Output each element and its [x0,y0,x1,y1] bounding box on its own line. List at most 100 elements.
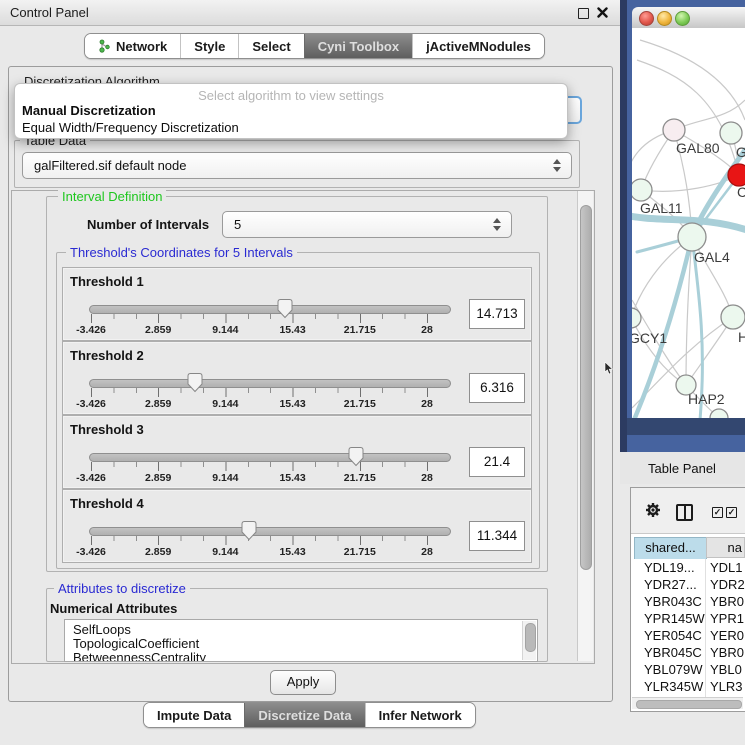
network-window-frame-edge [620,0,627,452]
numerical-attributes-list[interactable]: SelfLoops TopologicalCoefficient Between… [64,619,538,662]
cyni-bottom-tabbar: Impute Data Discretize Data Infer Networ… [143,702,476,728]
node-h[interactable] [721,305,745,329]
table-row[interactable]: YBR045CYBR0 [632,644,745,661]
network-window-titlebar[interactable] [632,7,745,29]
table-panel-header: Table Panel [620,452,745,484]
scrollbar-thumb[interactable] [636,700,742,709]
dropdown-option-manual[interactable]: Manual Discretization [22,103,156,118]
threshold-1-label: Threshold 1 [70,274,144,289]
threshold-3-slider-thumb[interactable] [347,446,365,468]
tab-jactivemnodules[interactable]: jActiveMNodules [412,34,544,58]
threshold-3-value-field[interactable]: 21.4 [469,447,525,477]
threshold-2-slider-thumb[interactable] [186,372,204,394]
node-label: HAP2 [688,391,725,407]
table-data-combobox[interactable]: galFiltered.sif default node [22,152,572,179]
checkbox-icon[interactable]: ✓ [726,507,737,518]
list-item[interactable]: SelfLoops [73,622,131,637]
column-header-name[interactable]: na [706,537,745,558]
table-panel-title: Table Panel [648,461,716,476]
numerical-attributes-label: Numerical Attributes [50,601,177,616]
node-gcy1[interactable] [632,308,641,328]
threshold-3-label: Threshold 3 [70,422,144,437]
node-label: GAL11 [640,200,683,216]
table-row[interactable]: YBR043CYBR0 [632,593,745,610]
apply-button[interactable]: Apply [270,670,336,695]
tab-infer-network[interactable]: Infer Network [365,703,475,727]
table-column-divider [705,559,706,697]
slider-major-ticks [91,536,428,545]
tab-network[interactable]: Network [85,34,180,58]
dropdown-option-equal-width[interactable]: Equal Width/Frequency Discretization [22,120,239,135]
dropdown-prompt: Select algorithm to view settings [15,88,567,103]
list-item[interactable]: TopologicalCoefficient [73,636,199,651]
threshold-1-slider-thumb[interactable] [276,298,294,320]
interval-definition-title: Interval Definition [58,189,166,204]
threshold-4-slider-thumb[interactable] [240,520,258,542]
column-header-shared-name[interactable]: shared... [634,537,707,560]
threshold-4-slider-track[interactable] [89,527,451,536]
table-row[interactable]: YDL19...YDL1 [632,559,745,576]
node-label: H [738,329,745,345]
tab-cyni-toolbox[interactable]: Cyni Toolbox [304,34,412,58]
tab-network-label: Network [116,39,167,54]
node-bottom-partial[interactable] [710,409,728,418]
threshold-1-slider-track[interactable] [89,305,451,314]
table-row[interactable]: YLR345WYLR3 [632,678,745,695]
threshold-1-value-field[interactable]: 14.713 [469,299,525,329]
node-label: G [736,144,745,160]
node-gal11[interactable] [632,179,652,201]
network-canvas[interactable]: GAL80 G C GAL11 GAL4 GCY1 H HAP2 [632,28,745,418]
list-item[interactable]: BetweennessCentrality [73,650,206,662]
stepper-arrows-icon [553,158,562,173]
network-window-frame-bottom [627,418,745,435]
gear-icon[interactable] [643,500,663,520]
node-top-right[interactable] [720,122,742,144]
scrollbar-thumb[interactable] [525,623,536,652]
tab-style[interactable]: Style [180,34,238,58]
slider-tick-labels: -3.4262.8599.14415.4321.71528 [91,398,427,410]
scrollbar-thumb[interactable] [580,205,592,570]
threshold-3-panel: Threshold 3 -3.4262.8599.14415.4321.7152… [62,415,532,489]
float-window-icon[interactable] [578,8,589,19]
control-panel-titlebar [0,0,620,26]
attributes-list-scrollbar[interactable] [522,621,536,660]
zoom-traffic-light-icon[interactable] [675,11,690,26]
node-label: GCY1 [632,330,667,346]
minimize-traffic-light-icon[interactable] [657,11,672,26]
table-toolbar: ✓ ✓ [631,488,745,534]
table-row[interactable]: YER054CYER0 [632,627,745,644]
screen: Control Panel Network Style Select Cyni … [0,0,745,745]
checkbox-icon[interactable]: ✓ [712,507,723,518]
show-columns-icon[interactable] [676,504,693,521]
slider-tick-labels: -3.4262.8599.14415.4321.71528 [91,546,427,558]
settings-vertical-scrollbar[interactable] [577,191,593,661]
number-of-intervals-combobox[interactable]: 5 [222,211,512,238]
stepper-arrows-icon [493,217,502,232]
table-horizontal-scrollbar[interactable] [632,697,743,709]
close-traffic-light-icon[interactable] [639,11,654,26]
tab-select[interactable]: Select [238,34,303,58]
node-table[interactable]: YDL19...YDL1 YDR27...YDR2 YBR043CYBR0 YP… [632,559,745,697]
table-row[interactable]: YBL079WYBL0 [632,661,745,678]
attributes-group-title: Attributes to discretize [54,581,190,596]
threshold-3-slider-track[interactable] [89,453,451,462]
table-row[interactable]: YPR145WYPR1 [632,610,745,627]
threshold-2-panel: Threshold 2 -3.4262.8599.14415.4321.7152… [62,341,532,415]
control-panel-tabbar: Network Style Select Cyni Toolbox jActiv… [84,33,545,59]
node-red-selected[interactable] [728,164,745,186]
slider-tick-labels: -3.4262.8599.14415.4321.71528 [91,472,427,484]
thresholds-group-title: Threshold's Coordinates for 5 Intervals [66,245,297,260]
node-gal80[interactable] [663,119,685,141]
node-label: C [737,184,745,200]
slider-major-ticks [91,314,428,323]
tab-impute-data[interactable]: Impute Data [144,703,244,727]
threshold-2-value-field[interactable]: 6.316 [469,373,525,403]
close-icon[interactable] [597,7,608,18]
threshold-2-slider-track[interactable] [89,379,451,388]
threshold-4-panel: Threshold 4 -3.4262.8599.14415.4321.7152… [62,489,532,563]
tab-discretize-data[interactable]: Discretize Data [244,703,364,727]
table-row[interactable]: YDR27...YDR2 [632,576,745,593]
node-gal4[interactable] [678,223,706,251]
threshold-4-label: Threshold 4 [70,496,144,511]
threshold-4-value-field[interactable]: 11.344 [469,521,525,551]
